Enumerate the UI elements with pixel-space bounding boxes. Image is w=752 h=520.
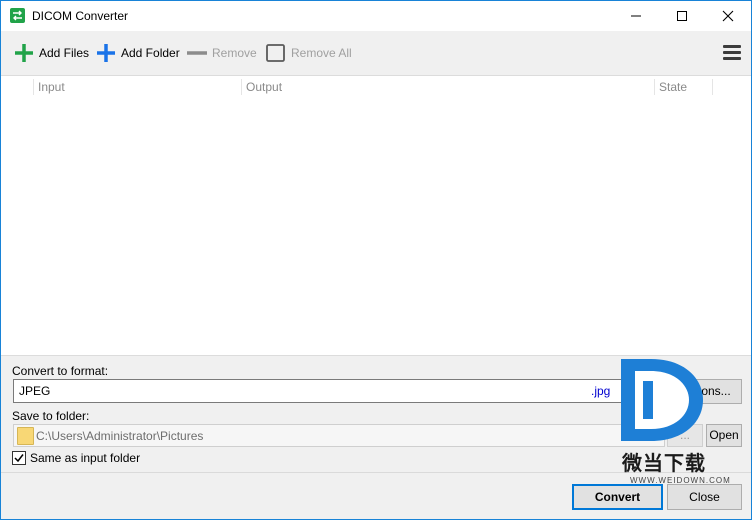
column-header-output[interactable]: Output xyxy=(246,80,282,94)
column-separator xyxy=(33,79,34,95)
remove-button[interactable]: Remove xyxy=(186,43,257,63)
file-list[interactable]: Input Output State xyxy=(1,76,751,356)
maximize-button[interactable] xyxy=(659,1,705,31)
close-icon xyxy=(722,10,734,22)
close-window-button[interactable] xyxy=(705,1,751,31)
title-bar: DICOM Converter xyxy=(1,1,751,31)
remove-all-label: Remove All xyxy=(291,46,352,60)
format-extension: .jpg xyxy=(591,384,611,398)
close-button[interactable]: Close xyxy=(667,484,742,510)
open-folder-button[interactable]: Open xyxy=(706,424,742,447)
divider xyxy=(1,472,751,473)
checkmark-icon xyxy=(14,454,24,463)
format-select[interactable]: JPEG .jpg xyxy=(13,379,661,403)
same-as-input-checkbox-row[interactable]: Same as input folder xyxy=(12,451,140,465)
minimize-icon xyxy=(631,15,641,17)
column-header-input[interactable]: Input xyxy=(38,80,65,94)
column-separator xyxy=(241,79,242,95)
column-header-state[interactable]: State xyxy=(659,80,687,94)
options-button[interactable]: Options... xyxy=(668,379,742,404)
same-as-input-label: Same as input folder xyxy=(30,451,141,465)
column-separator xyxy=(654,79,655,95)
chevron-down-icon xyxy=(645,388,655,394)
maximize-icon xyxy=(677,11,687,21)
save-folder-field[interactable]: C:\Users\Administrator\Pictures xyxy=(13,424,665,447)
square-icon xyxy=(266,44,285,62)
format-value: JPEG xyxy=(19,384,51,398)
app-window: DICOM Converter Add Files Add Folder Rem… xyxy=(0,0,752,520)
plus-blue-icon xyxy=(97,44,115,62)
convert-format-label: Convert to format: xyxy=(12,364,109,378)
folder-icon xyxy=(17,427,34,445)
plus-green-icon xyxy=(15,44,33,62)
remove-all-button[interactable]: Remove All xyxy=(265,43,352,63)
add-files-label: Add Files xyxy=(39,46,90,60)
toolbar: Add Files Add Folder Remove Remove All xyxy=(1,31,751,76)
hamburger-menu-icon[interactable] xyxy=(723,45,741,61)
minus-icon xyxy=(187,51,207,55)
save-folder-path: C:\Users\Administrator\Pictures xyxy=(36,429,204,443)
save-folder-label: Save to folder: xyxy=(12,409,90,423)
add-folder-button[interactable]: Add Folder xyxy=(95,43,180,63)
format-dropdown-button[interactable] xyxy=(639,380,660,402)
browse-folder-button[interactable]: ... xyxy=(667,424,703,447)
column-separator xyxy=(712,79,713,95)
add-files-button[interactable]: Add Files xyxy=(13,43,89,63)
same-as-input-checkbox[interactable] xyxy=(12,451,26,465)
minimize-button[interactable] xyxy=(613,1,659,31)
settings-panel: Convert to format: JPEG .jpg Options... … xyxy=(1,356,751,519)
window-title: DICOM Converter xyxy=(32,9,129,23)
convert-button[interactable]: Convert xyxy=(572,484,663,510)
app-icon xyxy=(10,8,25,23)
remove-label: Remove xyxy=(212,46,257,60)
list-header: Input Output State xyxy=(1,76,751,98)
add-folder-label: Add Folder xyxy=(121,46,180,60)
